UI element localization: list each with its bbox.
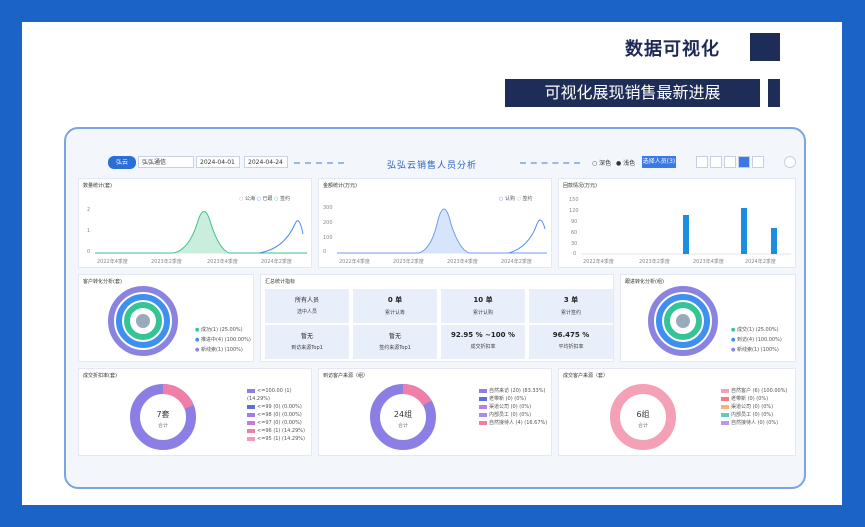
x-tick: 2022年4季度	[339, 258, 370, 265]
date-end-input[interactable]: 2024-04-24	[244, 156, 288, 168]
y-tick: 100	[323, 235, 333, 241]
center-label: 合计	[638, 422, 648, 429]
summary-cell: 0 单累计认筹	[353, 289, 437, 323]
panel-payment: 回款情况(万元) 150 120 90 60 30 0 2022年4季度 202…	[558, 178, 796, 268]
x-tick: 2023年2季度	[639, 258, 670, 265]
help-icon[interactable]	[784, 156, 796, 168]
view-icon-3[interactable]	[724, 156, 736, 168]
x-tick: 2023年2季度	[151, 258, 182, 265]
summary-cell: 96.475 % 平均折扣率	[529, 325, 613, 359]
bar-chart: 150 120 90 60 30 0 2022年4季度 2023年2季度 202…	[569, 197, 791, 265]
select-staff-button[interactable]: 选择人员(3)	[642, 156, 676, 168]
y-tick: 60	[571, 230, 577, 236]
x-tick: 2023年4季度	[693, 258, 724, 265]
panel-quantity: 数量统计(套) ○ 公海 ○ 已跟 ○ 签约 2 1 0 2022年4季度 20…	[78, 178, 312, 268]
chart-legend: ● 成交(1) (25.00%) ● 到访(4) (100.00%) ● 新线索…	[731, 327, 782, 353]
slide-subtitle: 可视化展现销售最新进展	[505, 79, 760, 107]
center-label: 合计	[158, 422, 168, 429]
y-tick: 0	[573, 251, 576, 257]
y-tick: 90	[571, 219, 577, 225]
panel-title: 成交折扣率(套)	[83, 373, 117, 379]
panel-customer-conversion: 客户转化分析(套) ● 成功(1) (25.00%) ● 推进中(4) (100…	[78, 274, 254, 362]
panel-followup-conversion: 跟进转化分析(组) ● 成交(1) (25.00%) ● 到访(4) (100.…	[620, 274, 796, 362]
panel-title: 汇总统计指标	[265, 279, 296, 285]
ring-chart	[108, 286, 178, 356]
bar	[741, 208, 747, 254]
title-decor-block	[750, 33, 780, 61]
line-chart: 2 1 0 2022年4季度 2023年2季度 2023年4季度 2024年2季…	[87, 207, 307, 265]
radio-dark[interactable]: ○ 深色	[592, 158, 611, 167]
summary-cell: 暂无 签约来源Top1	[353, 325, 437, 359]
x-tick: 2024年2季度	[501, 258, 532, 265]
logo: 弘云	[108, 156, 136, 169]
summary-cell: 暂无 到访来源Top1	[265, 325, 349, 359]
summary-cell: 所有人员 选中人员	[265, 289, 349, 323]
series-line	[258, 220, 304, 254]
series-area	[337, 208, 547, 254]
x-tick: 2022年4季度	[97, 258, 128, 265]
bar	[683, 215, 689, 254]
dashboard-topbar: 弘云 弘弘通信 2024-04-01 2024-04-24 弘弘云销售人员分析 …	[72, 148, 799, 172]
chart-legend: <=100.00 (1) (14.29%) <=99 (0) (0.00%) <…	[247, 388, 305, 442]
y-tick: 200	[323, 220, 333, 226]
view-icon-1[interactable]	[696, 156, 708, 168]
x-tick: 2023年4季度	[447, 258, 478, 265]
y-tick: 150	[569, 197, 579, 203]
center-value: 24组	[394, 409, 412, 419]
center-value: 7套	[156, 409, 169, 419]
summary-cell: 10 单累计认购	[441, 289, 525, 323]
summary-cell: 3 单累计签约	[529, 289, 613, 323]
chart-legend: 自然客户 (6) (100.00%) 老带新 (0) (0%) 渠道公司 (0)…	[721, 387, 787, 427]
summary-cell: 92.95 % ~100 % 成交折扣率	[441, 325, 525, 359]
y-tick: 30	[571, 241, 577, 247]
panel-visit-source: 到访客户来源（组） 24组 合计 自然来访 (20) (83.33%) 老带新 …	[318, 368, 552, 456]
series-area	[95, 211, 307, 254]
y-tick: 0	[323, 249, 326, 255]
donut-chart: 6组 合计	[610, 384, 676, 450]
view-icon-5[interactable]	[752, 156, 764, 168]
bar	[771, 228, 777, 254]
panel-summary: 汇总统计指标 所有人员 选中人员 0 单累计认筹 10 单累计认购 3 单累计签约…	[260, 274, 614, 362]
title-deco-left	[294, 162, 344, 166]
date-start-input[interactable]: 2024-04-01	[196, 156, 240, 168]
y-tick: 1	[87, 228, 90, 234]
panel-amount: 金额统计(万元) ○ 认购 ○ 签约 300 200 100 0 2022年4季…	[318, 178, 552, 268]
dashboard-title: 弘弘云销售人员分析	[386, 161, 477, 171]
subtitle-decor-block	[768, 79, 780, 107]
chart-legend: ● 成功(1) (25.00%) ● 推进中(4) (100.00%) ● 新线…	[195, 327, 251, 353]
radio-light[interactable]: ● 浅色	[616, 158, 635, 167]
y-tick: 0	[87, 249, 90, 255]
series-line	[508, 219, 546, 254]
view-icon-4[interactable]	[738, 156, 750, 168]
line-chart: 300 200 100 0 2022年4季度 2023年2季度 2023年4季度…	[323, 205, 547, 265]
x-tick: 2024年2季度	[261, 258, 292, 265]
title-deco-right	[520, 162, 580, 166]
y-tick: 2	[87, 207, 90, 213]
donut-chart: 24组 合计	[370, 384, 436, 450]
panel-discount-rate: 成交折扣率(套) 7套 合计 <=100.00 (1) (14.29%) <=9…	[78, 368, 312, 456]
x-tick: 2023年2季度	[393, 258, 424, 265]
center-label: 合计	[398, 422, 408, 429]
y-tick: 120	[569, 208, 579, 214]
slide-title: 数据可视化	[625, 39, 720, 60]
donut-chart: 7套 合计	[130, 384, 196, 450]
y-tick: 300	[323, 205, 333, 211]
chart-legend: 自然来访 (20) (83.33%) 老带新 (0) (0%) 渠道公司 (0)…	[479, 387, 547, 427]
ring-chart	[648, 286, 718, 356]
center-value: 6组	[636, 409, 649, 419]
x-tick: 2024年2季度	[745, 258, 776, 265]
org-select[interactable]: 弘弘通信	[138, 156, 194, 168]
x-tick: 2022年4季度	[583, 258, 614, 265]
panel-deal-source: 成交客户来源（套） 6组 合计 自然客户 (6) (100.00%) 老带新 (…	[558, 368, 796, 456]
x-tick: 2023年4季度	[207, 258, 238, 265]
view-icon-2[interactable]	[710, 156, 722, 168]
